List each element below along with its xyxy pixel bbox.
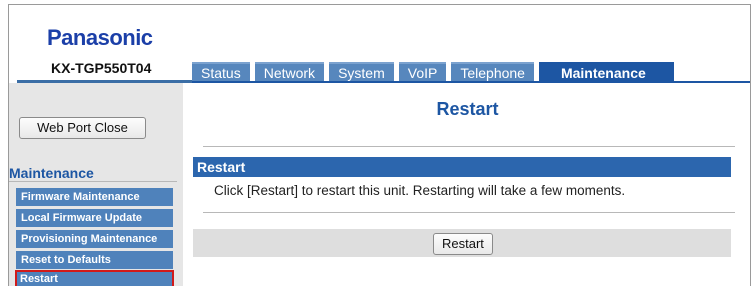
- sidebar-item-firmware-maintenance[interactable]: Firmware Maintenance: [16, 188, 173, 206]
- tab-telephone[interactable]: Telephone: [451, 62, 534, 83]
- restart-description: Click [Restart] to restart this unit. Re…: [214, 183, 626, 198]
- web-port-close-button[interactable]: Web Port Close: [19, 117, 146, 139]
- description-divider: [203, 212, 735, 213]
- tab-voip[interactable]: VoIP: [398, 62, 447, 83]
- page-title: Restart: [436, 99, 499, 119]
- web-ui-frame: Panasonic KX-TGP550T04 Status Network Sy…: [8, 4, 751, 286]
- sidebar-item-restart[interactable]: Restart: [15, 270, 174, 286]
- section-heading: Restart: [193, 157, 731, 177]
- tab-status[interactable]: Status: [192, 62, 250, 83]
- main-tabs: Status Network System VoIP Telephone Mai…: [192, 60, 674, 83]
- main-content: Restart Restart Click [Restart] to resta…: [183, 83, 750, 286]
- sidebar-item-provisioning-maintenance[interactable]: Provisioning Maintenance: [16, 230, 173, 248]
- tab-maintenance[interactable]: Maintenance: [538, 62, 674, 83]
- sidebar-item-reset-to-defaults[interactable]: Reset to Defaults: [16, 251, 173, 269]
- sidebar-divider: [9, 181, 177, 182]
- action-bar: Restart: [193, 229, 731, 257]
- sidebar-item-local-firmware-update[interactable]: Local Firmware Update: [16, 209, 173, 227]
- brand-logo: Panasonic: [47, 25, 153, 50]
- title-divider: [203, 146, 735, 147]
- sidebar-heading: Maintenance: [9, 165, 94, 181]
- sidebar: Web Port Close Maintenance Firmware Main…: [9, 83, 183, 286]
- model-name: KX-TGP550T04: [51, 60, 152, 76]
- tab-system[interactable]: System: [329, 62, 394, 83]
- tab-network[interactable]: Network: [254, 62, 325, 83]
- restart-button[interactable]: Restart: [433, 233, 493, 255]
